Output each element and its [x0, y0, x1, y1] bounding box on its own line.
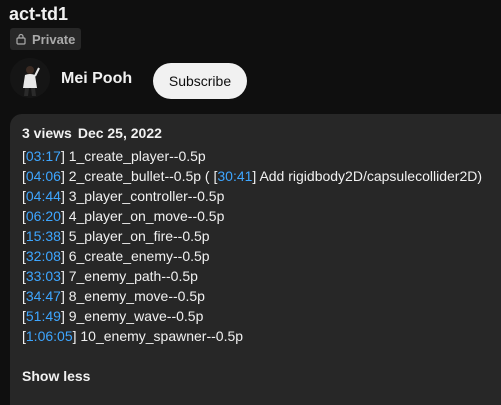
- privacy-badge: Private: [10, 28, 82, 50]
- chapter-line: [1:06:05] 10_enemy_spawner--0.5p: [22, 328, 244, 344]
- video-meta: 3 views Dec 25, 2022: [22, 125, 501, 143]
- chapter-line: [34:47] 8_enemy_move--0.5p: [22, 288, 205, 304]
- chapter-title: 4_player_on_move--0.5p: [68, 208, 225, 224]
- timestamp-link[interactable]: 15:38: [26, 228, 61, 244]
- chapter-title: 2_create_bullet--0.5p (: [68, 168, 210, 184]
- video-title: act-td1: [9, 4, 69, 24]
- chapter-title: 10_enemy_spawner--0.5p: [80, 328, 244, 344]
- chapter-line: [06:20] 4_player_on_move--0.5p: [22, 208, 225, 224]
- timestamp-link[interactable]: 1:06:05: [26, 328, 73, 344]
- chapter-title: 3_player_controller--0.5p: [68, 188, 225, 204]
- timestamp-link[interactable]: 30:41: [217, 168, 252, 184]
- view-count: 3 views: [22, 125, 72, 141]
- chapter-title: 8_enemy_move--0.5p: [68, 288, 205, 304]
- timestamp-link[interactable]: 04:06: [26, 168, 61, 184]
- chapter-title: 1_create_player--0.5p: [68, 148, 206, 164]
- timestamp-link[interactable]: 33:03: [26, 268, 61, 284]
- chapter-title: 5_player_on_fire--0.5p: [68, 228, 210, 244]
- chapter-line: [04:06] 2_create_bullet--0.5p ( [30:41] …: [22, 168, 483, 184]
- timestamp-link[interactable]: 51:49: [26, 308, 61, 324]
- chapter-title: 9_enemy_wave--0.5p: [68, 308, 204, 324]
- channel-name[interactable]: Mei Pooh: [61, 70, 132, 88]
- chapter-title: 6_create_enemy--0.5p: [68, 248, 210, 264]
- chapter-title: 7_enemy_path--0.5p: [68, 268, 198, 284]
- upload-date: Dec 25, 2022: [77, 125, 162, 141]
- channel-avatar[interactable]: [10, 58, 50, 98]
- chapter-line: [03:17] 1_create_player--0.5p: [22, 148, 206, 164]
- chapter-note: Add rigidbody2D/capsulecollider2D): [259, 168, 483, 184]
- show-less-button[interactable]: Show less: [22, 368, 90, 384]
- chapter-line: [33:03] 7_enemy_path--0.5p: [22, 268, 198, 284]
- timestamp-link[interactable]: 34:47: [26, 288, 61, 304]
- chapter-line: [32:08] 6_create_enemy--0.5p: [22, 248, 210, 264]
- chapter-line: [51:49] 9_enemy_wave--0.5p: [22, 308, 204, 324]
- timestamp-link[interactable]: 03:17: [26, 148, 61, 164]
- lock-icon: [16, 33, 26, 45]
- avatar-image: [10, 58, 50, 98]
- description-panel: 3 views Dec 25, 2022 [03:17] 1_create_pl…: [10, 114, 501, 405]
- timestamp-link[interactable]: 32:08: [26, 248, 61, 264]
- chapter-line: [15:38] 5_player_on_fire--0.5p: [22, 228, 210, 244]
- chapter-list: [03:17] 1_create_player--0.5p [04:06] 2_…: [22, 146, 501, 346]
- timestamp-link[interactable]: 04:44: [26, 188, 61, 204]
- chapter-line: [04:44] 3_player_controller--0.5p: [22, 188, 225, 204]
- timestamp-link[interactable]: 06:20: [26, 208, 61, 224]
- subscribe-button[interactable]: Subscribe: [153, 63, 247, 99]
- privacy-label: Private: [32, 31, 76, 47]
